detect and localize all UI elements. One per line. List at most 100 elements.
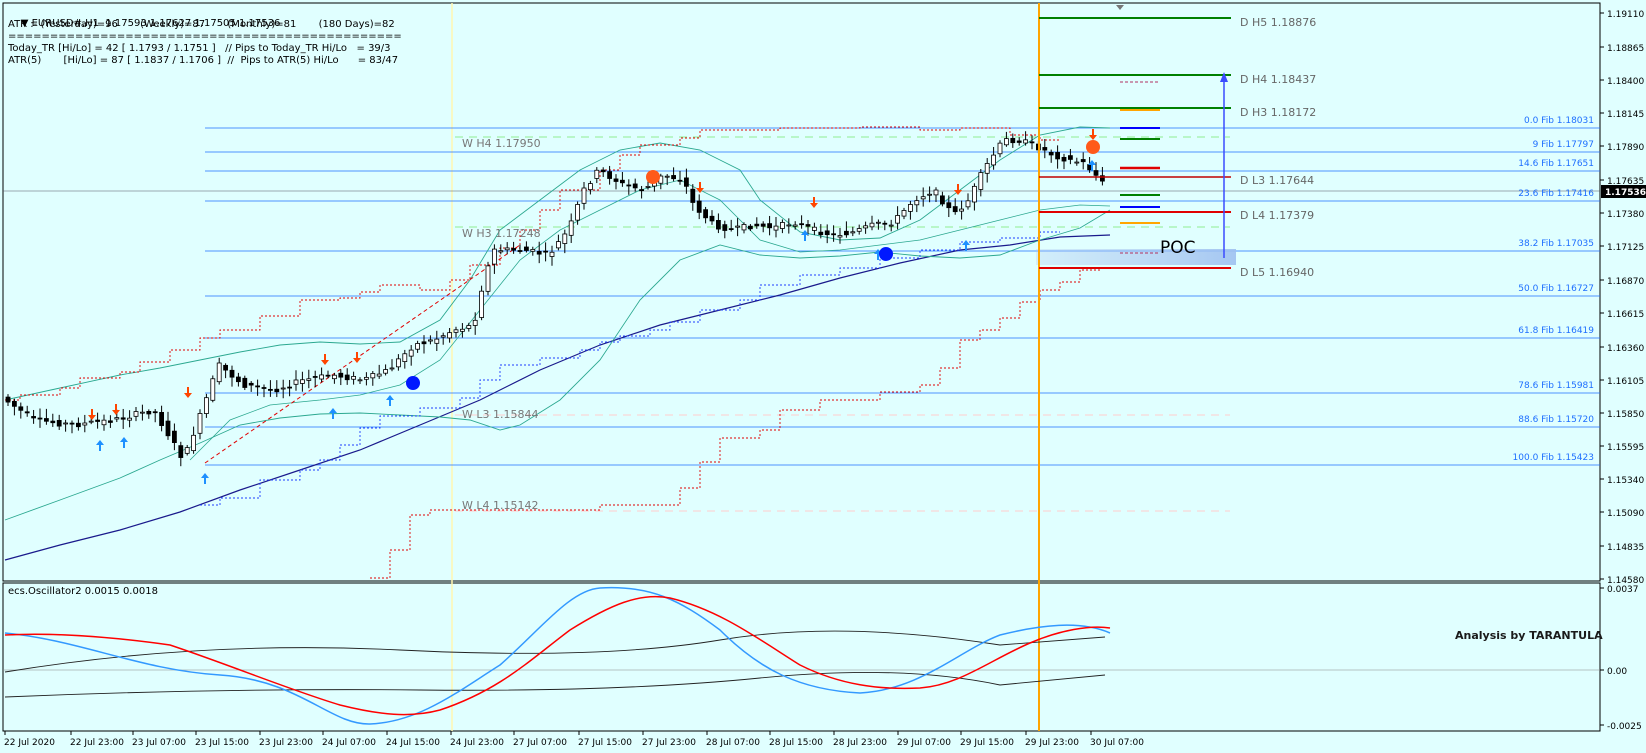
time-tick-label: 24 Jul 07:00 bbox=[322, 738, 376, 748]
price-tick-label: 1.16360 bbox=[1607, 344, 1644, 354]
bull-candle bbox=[735, 225, 740, 228]
bull-candle bbox=[901, 210, 907, 217]
bull-candle bbox=[792, 224, 798, 227]
oscillator-pane-frame bbox=[2, 582, 1601, 732]
bear-candle bbox=[728, 228, 734, 231]
time-tick-label: 24 Jul 23:00 bbox=[450, 738, 504, 748]
price-tick-label: 1.14835 bbox=[1607, 543, 1644, 553]
bull-candle bbox=[780, 222, 785, 229]
time-tick-label: 29 Jul 07:00 bbox=[897, 738, 951, 748]
fib-label: 100.0 Fib 1.15423 bbox=[1512, 453, 1594, 463]
bear-candle bbox=[632, 183, 638, 189]
fib-label: 61.8 Fib 1.16419 bbox=[1518, 326, 1594, 336]
bear-candle bbox=[1016, 140, 1022, 143]
main-pane-frame bbox=[2, 2, 1601, 582]
bear-candle bbox=[1042, 147, 1048, 151]
separator-line: ========================================… bbox=[8, 31, 402, 42]
bull-candle bbox=[927, 193, 932, 196]
bear-candle bbox=[760, 223, 766, 227]
bull-candle bbox=[319, 374, 325, 380]
chart-window[interactable]: 1.19110 1.18865 1.18400 1.18145 1.17890 1.176… bbox=[0, 0, 1646, 753]
bull-candle bbox=[984, 163, 990, 174]
bull-candle bbox=[63, 422, 68, 425]
time-tick-label: 28 Jul 23:00 bbox=[833, 738, 887, 748]
bull-candle bbox=[459, 328, 465, 332]
bull-candle bbox=[786, 224, 792, 227]
bear-candle bbox=[76, 422, 81, 428]
bull-candle bbox=[837, 235, 843, 238]
time-axis[interactable]: 22 Jul 2020 22 Jul 23:00 23 Jul 07:00 23 Ju… bbox=[4, 731, 1144, 748]
price-tick-label: 1.16870 bbox=[1607, 277, 1644, 287]
bull-candle bbox=[191, 434, 197, 452]
time-tick-label: 28 Jul 15:00 bbox=[769, 738, 823, 748]
bear-candle bbox=[120, 417, 126, 420]
bear-candle bbox=[274, 388, 280, 393]
bull-candle bbox=[850, 231, 856, 234]
price-tick-label: 1.15850 bbox=[1607, 410, 1644, 420]
bear-candle bbox=[338, 372, 344, 378]
bear-candle bbox=[748, 225, 753, 230]
price-axis[interactable]: 1.191101.188651.184001.181451.178901.176… bbox=[1600, 10, 1646, 732]
bear-candle bbox=[152, 411, 158, 414]
oscillator-tick-label: -0.0025 bbox=[1607, 722, 1642, 732]
bull-candle bbox=[869, 222, 875, 228]
bear-candle bbox=[799, 223, 804, 226]
bull-candle bbox=[562, 233, 568, 244]
bull-candle bbox=[908, 204, 913, 212]
bull-candle bbox=[933, 189, 939, 196]
oscillator-title: ecs.Oscillator2 0.0015 0.0018 bbox=[8, 586, 158, 597]
bull-candle bbox=[664, 175, 670, 178]
bull-candle bbox=[645, 186, 651, 188]
bull-candle bbox=[581, 187, 587, 204]
weekly-pivot-label: W L4 1.15142 bbox=[462, 499, 539, 512]
bear-candle bbox=[223, 364, 229, 371]
price-chart[interactable]: 1.191101.188651.184001.181451.178901.176… bbox=[0, 0, 1646, 753]
bear-candle bbox=[952, 206, 958, 213]
bull-candle bbox=[197, 413, 203, 434]
fib-label: 14.6 Fib 1.17651 bbox=[1518, 159, 1594, 169]
bear-candle bbox=[696, 200, 702, 213]
bull-candle bbox=[491, 248, 497, 265]
bear-candle bbox=[613, 178, 619, 182]
time-tick-label: 23 Jul 23:00 bbox=[259, 738, 313, 748]
bear-candle bbox=[255, 385, 261, 388]
bear-candle bbox=[31, 416, 37, 419]
watermark-text: Analysis by TARANTULA bbox=[1455, 629, 1603, 642]
bear-candle bbox=[267, 388, 273, 391]
time-tick-label: 27 Jul 07:00 bbox=[513, 738, 567, 748]
bull-candle bbox=[549, 251, 555, 257]
current-price-label: 1.17536 bbox=[1605, 188, 1646, 198]
bear-candle bbox=[56, 420, 62, 427]
bear-candle bbox=[690, 188, 696, 203]
bear-candle bbox=[684, 177, 689, 187]
daily-pivot-label: D L4 1.17379 bbox=[1240, 209, 1315, 222]
bear-candle bbox=[767, 223, 772, 229]
daily-pivot-label: D H4 1.18437 bbox=[1240, 73, 1317, 86]
price-tick-label: 1.16615 bbox=[1607, 310, 1644, 320]
bull-candle bbox=[139, 411, 145, 414]
bear-candle bbox=[261, 387, 267, 389]
bear-candle bbox=[108, 420, 113, 423]
time-tick-label: 27 Jul 23:00 bbox=[642, 738, 696, 748]
bull-candle bbox=[203, 397, 209, 414]
bear-candle bbox=[229, 369, 235, 378]
bear-candle bbox=[287, 386, 293, 389]
price-tick-label: 1.17125 bbox=[1607, 243, 1644, 253]
bear-candle bbox=[159, 412, 165, 426]
fib-label: 88.6 Fib 1.15720 bbox=[1518, 415, 1594, 425]
bull-candle bbox=[357, 379, 363, 382]
bull-candle bbox=[331, 374, 337, 380]
bull-candle bbox=[216, 362, 222, 383]
daily-pivot-label: D H3 1.18172 bbox=[1240, 106, 1317, 119]
buy-signal-dot bbox=[879, 247, 893, 261]
bull-candle bbox=[895, 215, 900, 224]
bull-candle bbox=[383, 369, 389, 374]
bull-candle bbox=[389, 367, 395, 370]
bear-candle bbox=[146, 411, 152, 415]
weekly-pivot-label: W H4 1.17950 bbox=[462, 137, 541, 150]
bull-candle bbox=[920, 196, 926, 200]
bear-candle bbox=[543, 250, 548, 253]
time-tick-label: 23 Jul 15:00 bbox=[195, 738, 249, 748]
bull-candle bbox=[978, 172, 984, 190]
bull-candle bbox=[133, 411, 139, 417]
